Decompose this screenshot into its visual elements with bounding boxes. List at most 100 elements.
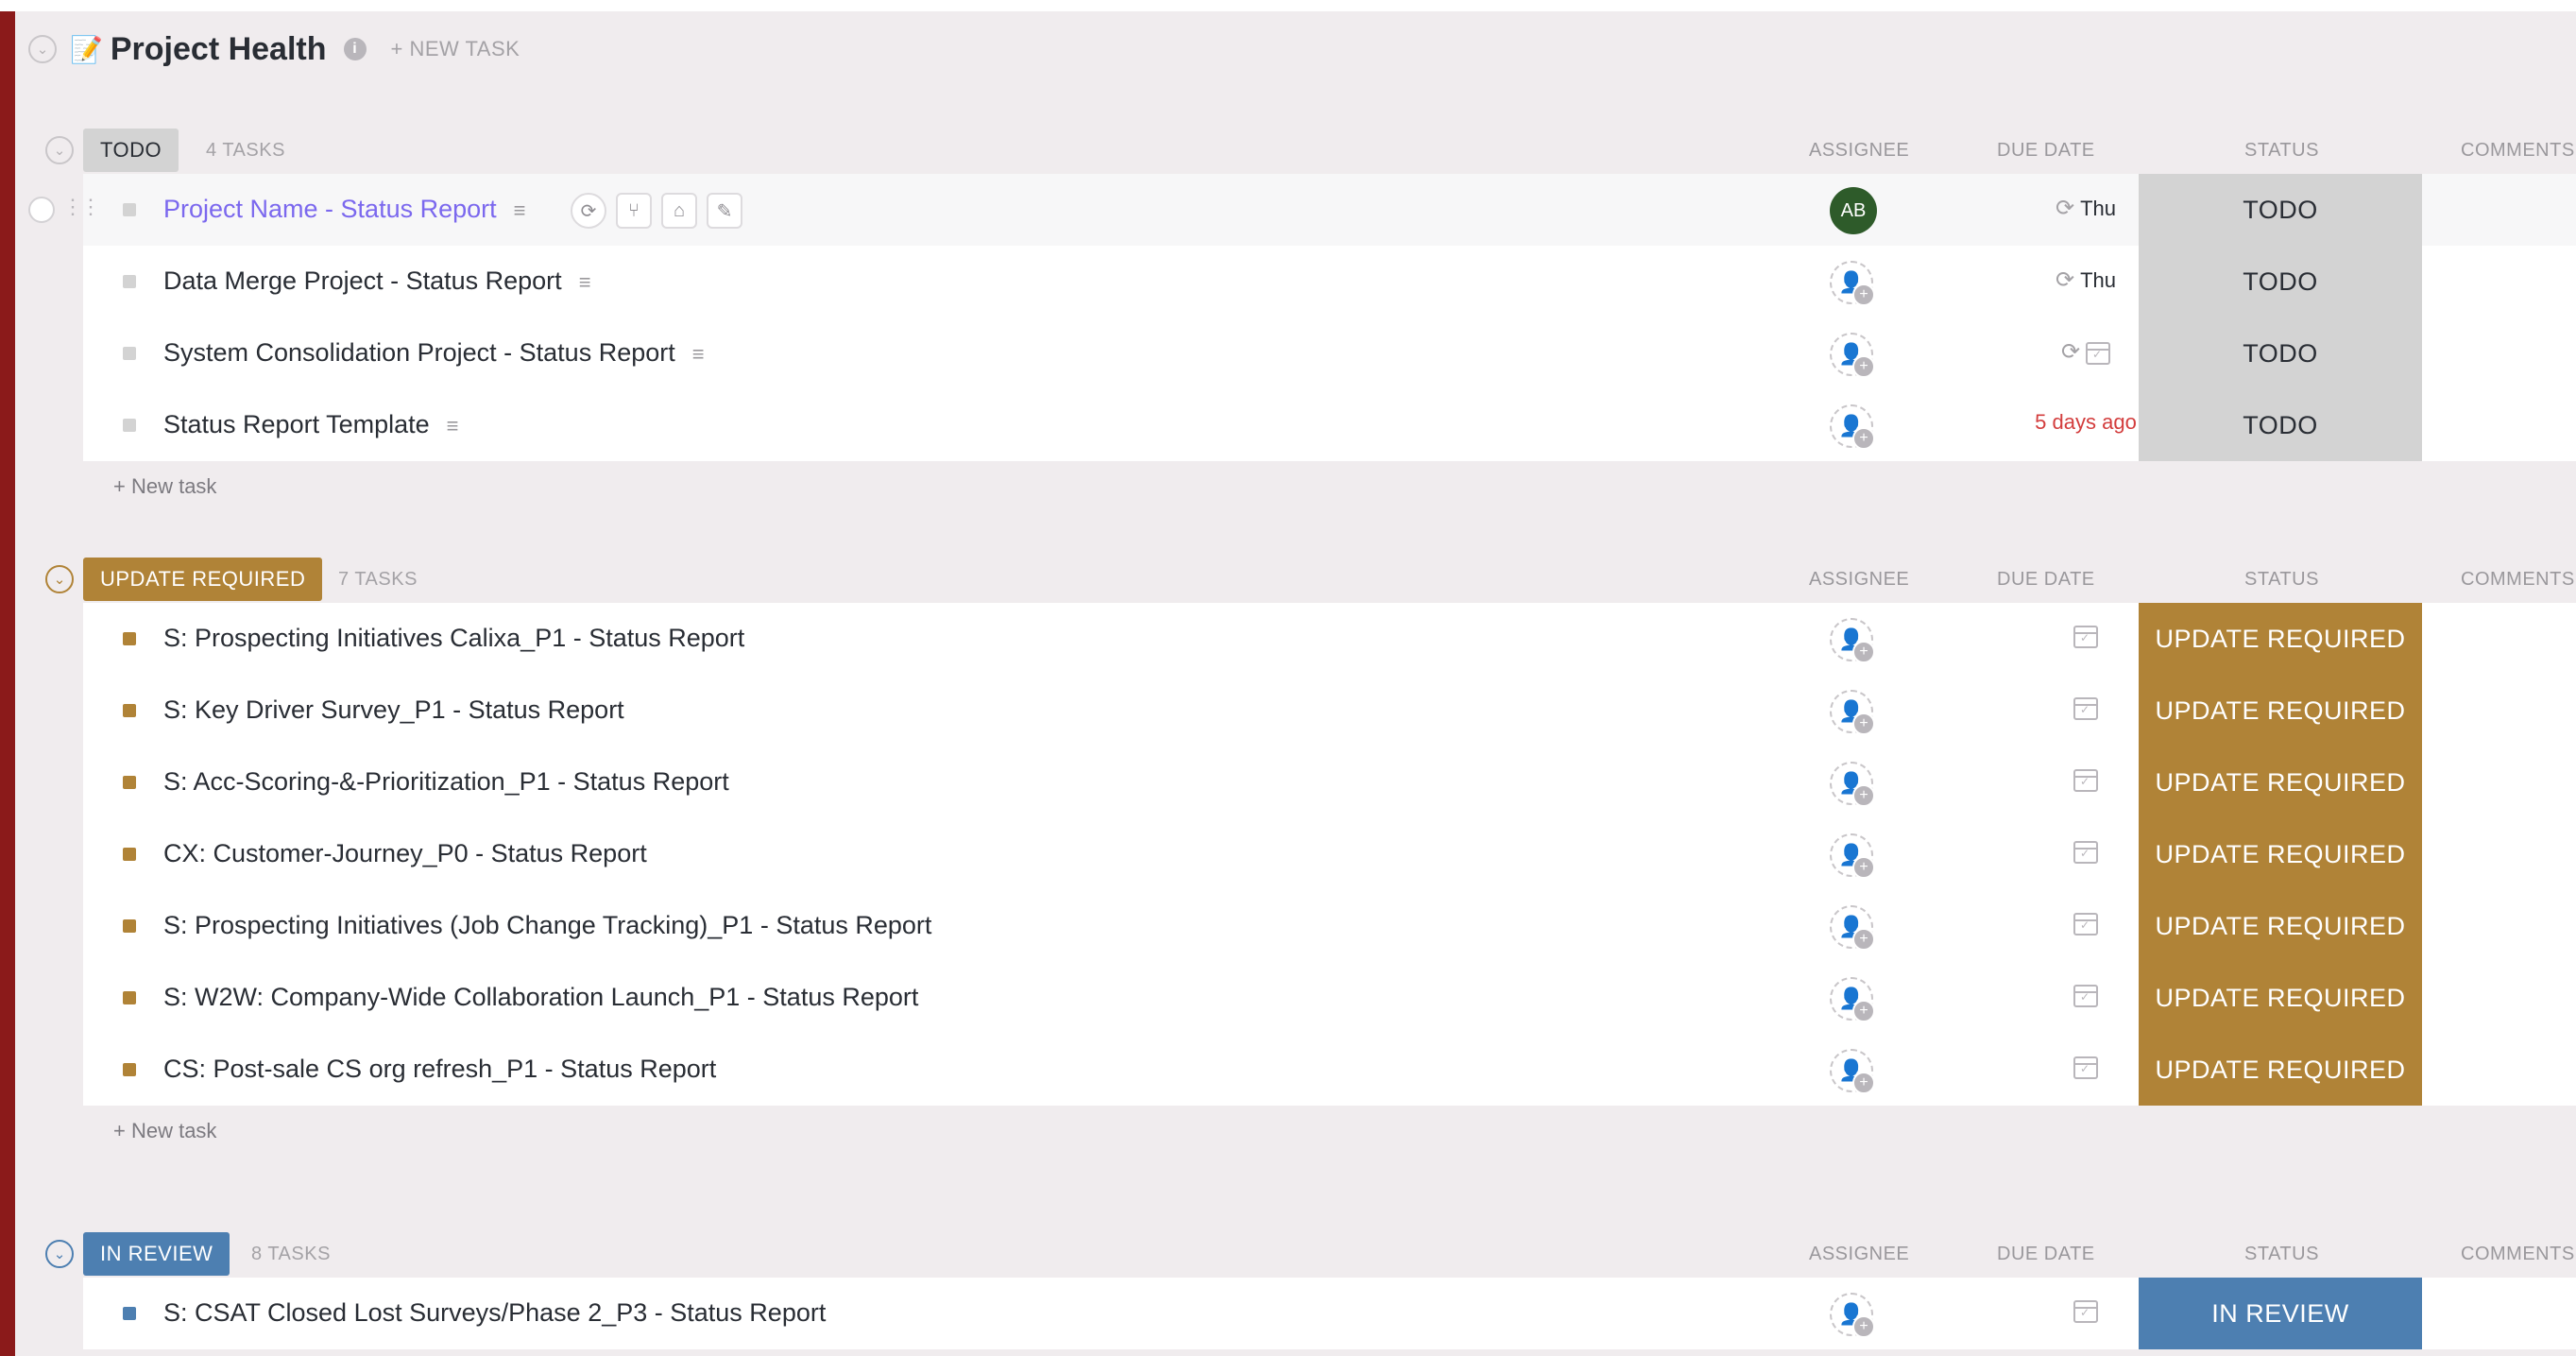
task-name[interactable]: CX: Customer-Journey_P0 - Status Report — [163, 839, 647, 868]
status-cell[interactable]: UPDATE REQUIRED — [2139, 962, 2422, 1034]
status-cell[interactable]: IN REVIEW — [2139, 1278, 2422, 1349]
task-name-text[interactable]: System Consolidation Project - Status Re… — [163, 338, 675, 367]
status-cell[interactable]: TODO — [2139, 389, 2422, 461]
assignee-cell[interactable]: 👤 + — [1830, 690, 1875, 735]
assignee-cell[interactable]: 👤 + — [1830, 833, 1875, 879]
status-square-icon[interactable] — [123, 776, 136, 789]
task-name[interactable]: CS: Post-sale CS org refresh_P1 - Status… — [163, 1055, 716, 1084]
task-name[interactable]: S: Acc-Scoring-&-Prioritization_P1 - Sta… — [163, 767, 729, 797]
status-square-icon[interactable] — [123, 1307, 136, 1320]
status-cell[interactable]: UPDATE REQUIRED — [2139, 747, 2422, 818]
info-icon[interactable]: i — [343, 38, 367, 60]
task-row[interactable]: ⋮⋮ Project Name - Status Report ≡ ⟳ ⑂ ⌂ ✎… — [28, 174, 2576, 246]
column-header-due-date[interactable]: DUE DATE — [1997, 1244, 2095, 1265]
add-assignee-icon[interactable]: 👤 + — [1830, 1049, 1875, 1094]
column-header-status[interactable]: STATUS — [2244, 140, 2319, 162]
assignee-cell[interactable]: 👤 + — [1830, 977, 1875, 1022]
task-row[interactable]: S: Key Driver Survey_P1 - Status Report … — [83, 675, 2576, 747]
collapse-group-icon[interactable]: ⌄ — [45, 136, 74, 164]
status-square-icon[interactable] — [123, 991, 136, 1004]
task-row[interactable]: Status Report Template ≡ 👤 + 5 days ago TO… — [83, 389, 2576, 461]
assignee-cell[interactable]: 👤 + — [1830, 618, 1875, 663]
add-assignee-icon[interactable]: 👤 + — [1830, 977, 1875, 1022]
task-name-text[interactable]: Status Report Template — [163, 410, 430, 438]
assignee-cell[interactable]: 👤 + — [1830, 1293, 1875, 1338]
add-assignee-icon[interactable]: 👤 + — [1830, 833, 1875, 879]
column-header-comments[interactable]: COMMENTS — [2461, 1244, 2575, 1265]
column-header-due-date[interactable]: DUE DATE — [1997, 569, 2095, 591]
column-header-comments[interactable]: COMMENTS — [2461, 140, 2575, 162]
status-cell[interactable]: TODO — [2139, 318, 2422, 389]
add-assignee-icon[interactable]: 👤 + — [1830, 618, 1875, 663]
task-row[interactable]: S: Prospecting Initiatives (Job Change T… — [83, 890, 2576, 962]
assignee-cell[interactable]: 👤 + — [1830, 905, 1875, 951]
add-assignee-icon[interactable]: 👤 + — [1830, 690, 1875, 735]
avatar[interactable]: AB — [1830, 187, 1877, 234]
task-row[interactable]: S: Prospecting Initiatives Calixa_P1 - S… — [83, 603, 2576, 675]
assignee-cell[interactable]: 👤 + — [1830, 261, 1875, 306]
drag-handle-icon[interactable]: ⋮⋮ — [62, 195, 101, 219]
status-square-icon[interactable] — [123, 347, 136, 360]
assignee-cell[interactable]: 👤 + — [1830, 762, 1875, 807]
task-row[interactable]: System Consolidation Project - Status Re… — [83, 318, 2576, 389]
collapse-group-icon[interactable]: ⌄ — [45, 565, 74, 593]
status-cell[interactable]: UPDATE REQUIRED — [2139, 890, 2422, 962]
column-header-assignee[interactable]: ASSIGNEE — [1809, 1244, 1909, 1265]
column-header-status[interactable]: STATUS — [2244, 1244, 2319, 1265]
status-square-icon[interactable] — [123, 1063, 136, 1076]
status-square-icon[interactable] — [123, 419, 136, 432]
task-name[interactable]: Status Report Template ≡ — [163, 410, 459, 439]
add-assignee-icon[interactable]: 👤 + — [1830, 333, 1875, 378]
subtask-icon[interactable]: ⑂ — [616, 193, 652, 229]
status-cell[interactable]: UPDATE REQUIRED — [2139, 1034, 2422, 1106]
status-square-icon[interactable] — [123, 848, 136, 861]
add-assignee-icon[interactable]: 👤 + — [1830, 905, 1875, 951]
task-name[interactable]: S: Key Driver Survey_P1 - Status Report — [163, 695, 624, 725]
task-row[interactable]: S: CSAT Closed Lost Surveys/Phase 2_P3 -… — [83, 1278, 2576, 1349]
assignee-cell[interactable]: 👤 + — [1830, 404, 1875, 450]
edit-icon[interactable]: ✎ — [707, 193, 742, 229]
assignee-cell[interactable]: 👤 + — [1830, 1049, 1875, 1094]
status-cell[interactable]: UPDATE REQUIRED — [2139, 818, 2422, 890]
status-square-icon[interactable] — [123, 275, 136, 288]
task-row[interactable]: CS: Post-sale CS org refresh_P1 - Status… — [83, 1034, 2576, 1106]
select-checkbox[interactable] — [28, 197, 55, 223]
add-assignee-icon[interactable]: 👤 + — [1830, 762, 1875, 807]
task-name[interactable]: Project Name - Status Report ≡ — [163, 195, 525, 224]
task-row[interactable]: CX: Customer-Journey_P0 - Status Report … — [83, 818, 2576, 890]
status-cell[interactable]: UPDATE REQUIRED — [2139, 603, 2422, 675]
new-task-button[interactable]: + New task — [113, 461, 2576, 512]
new-task-button[interactable]: + New task — [113, 1106, 2576, 1157]
group-status-pill[interactable]: TODO — [83, 129, 179, 172]
status-square-icon[interactable] — [123, 632, 136, 645]
task-name[interactable]: Data Merge Project - Status Report ≡ — [163, 266, 591, 296]
status-square-icon[interactable] — [123, 919, 136, 933]
group-status-pill[interactable]: UPDATE REQUIRED — [83, 558, 323, 601]
task-name-text[interactable]: Project Name - Status Report — [163, 195, 497, 223]
status-square-icon[interactable] — [123, 203, 136, 216]
task-name[interactable]: System Consolidation Project - Status Re… — [163, 338, 705, 368]
task-row[interactable]: S: Acc-Scoring-&-Prioritization_P1 - Sta… — [83, 747, 2576, 818]
column-header-comments[interactable]: COMMENTS — [2461, 569, 2575, 591]
task-row[interactable]: Data Merge Project - Status Report ≡ 👤 + ⟳… — [83, 246, 2576, 318]
task-name[interactable]: S: Prospecting Initiatives Calixa_P1 - S… — [163, 624, 744, 653]
column-header-status[interactable]: STATUS — [2244, 569, 2319, 591]
task-name-text[interactable]: Data Merge Project - Status Report — [163, 266, 562, 295]
task-name[interactable]: S: W2W: Company-Wide Collaboration Launc… — [163, 983, 918, 1012]
status-square-icon[interactable] — [123, 704, 136, 717]
add-assignee-icon[interactable]: 👤 + — [1830, 404, 1875, 450]
status-cell[interactable]: TODO — [2139, 246, 2422, 318]
column-header-assignee[interactable]: ASSIGNEE — [1809, 140, 1909, 162]
tag-icon[interactable]: ⌂ — [661, 193, 697, 229]
collapse-group-icon[interactable]: ⌄ — [45, 1240, 74, 1268]
task-name[interactable]: S: Prospecting Initiatives (Job Change T… — [163, 911, 931, 940]
recurring-icon[interactable]: ⟳ — [571, 193, 606, 229]
assignee-cell[interactable]: AB — [1830, 187, 1877, 234]
column-header-assignee[interactable]: ASSIGNEE — [1809, 569, 1909, 591]
task-name[interactable]: S: CSAT Closed Lost Surveys/Phase 2_P3 -… — [163, 1298, 826, 1328]
column-header-due-date[interactable]: DUE DATE — [1997, 140, 2095, 162]
add-assignee-icon[interactable]: 👤 + — [1830, 261, 1875, 306]
group-status-pill[interactable]: IN REVIEW — [83, 1232, 230, 1276]
assignee-cell[interactable]: 👤 + — [1830, 333, 1875, 378]
collapse-list-icon[interactable]: ⌄ — [28, 35, 57, 63]
